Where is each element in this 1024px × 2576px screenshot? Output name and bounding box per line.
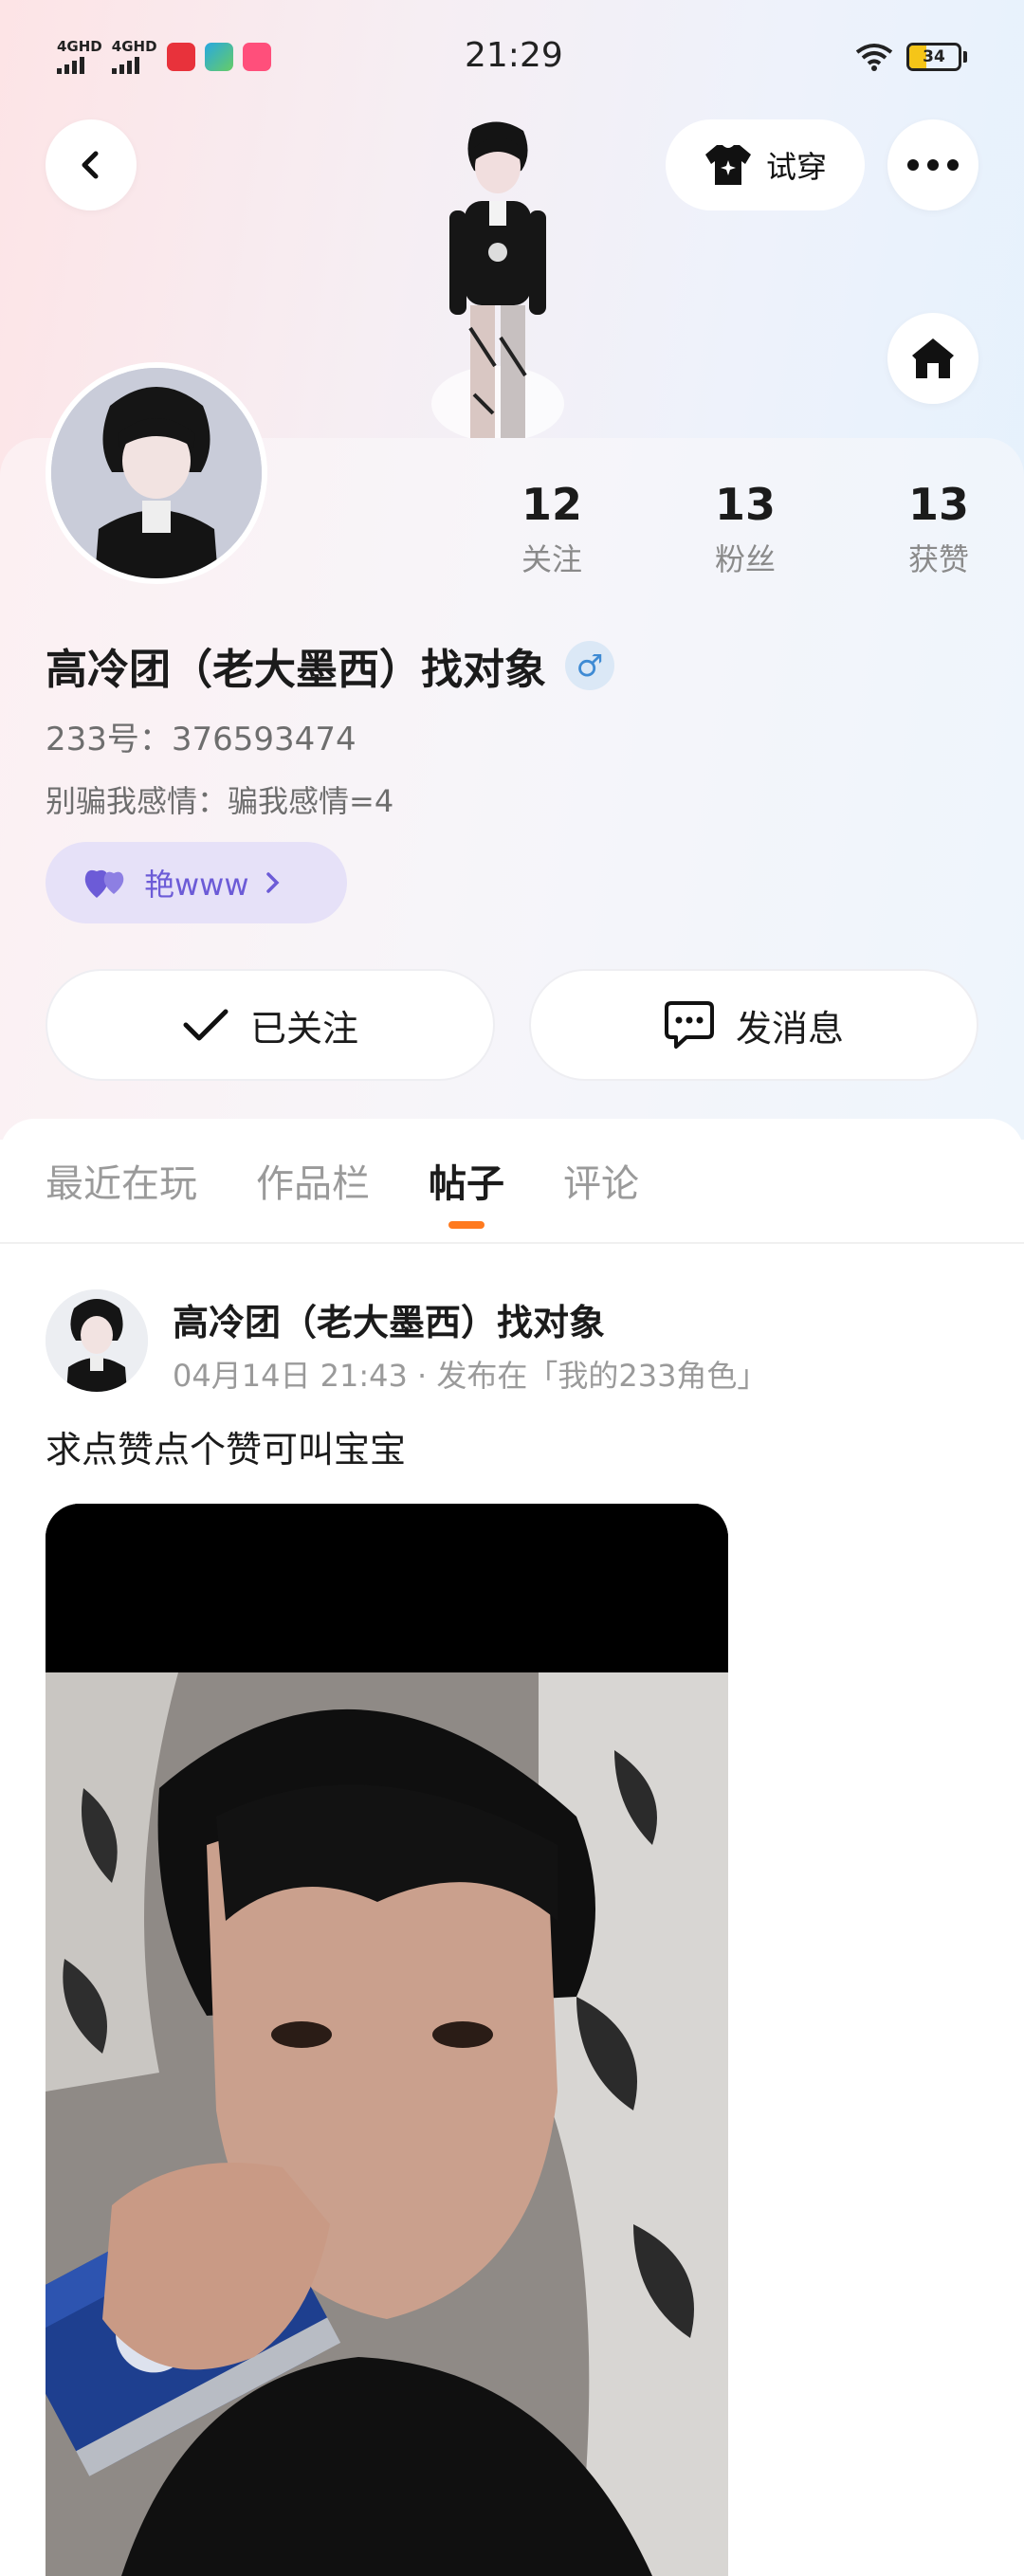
back-button[interactable] bbox=[46, 119, 137, 210]
user-id: 233号：376593474 bbox=[46, 721, 357, 758]
chevron-right-icon bbox=[265, 872, 280, 893]
wifi-icon bbox=[855, 44, 893, 71]
tabs-divider bbox=[0, 1242, 1024, 1244]
post-author-avatar-image bbox=[46, 1289, 148, 1392]
send-message-button[interactable]: 发消息 bbox=[529, 969, 978, 1081]
try-on-label: 试穿 bbox=[765, 149, 827, 185]
more-horizontal-icon bbox=[907, 159, 959, 171]
home-icon bbox=[912, 338, 954, 378]
send-message-label: 发消息 bbox=[735, 1007, 844, 1050]
profile-stats: 12 关注 13 粉丝 13 获赞 bbox=[455, 479, 1024, 579]
battery-nub bbox=[963, 51, 967, 63]
message-icon bbox=[664, 1001, 714, 1049]
signal-bars-icon bbox=[111, 57, 139, 74]
home-button[interactable] bbox=[887, 313, 978, 404]
post-author-name[interactable]: 高冷团（老大墨西）找对象 bbox=[173, 1293, 605, 1345]
status-right: 34 bbox=[855, 43, 967, 71]
profile-name: 高冷团（老大墨西）找对象 bbox=[46, 646, 546, 694]
battery-level: 34 bbox=[923, 47, 945, 66]
app-notification-icon bbox=[166, 43, 195, 71]
male-gender-icon: ♂ bbox=[565, 641, 614, 690]
active-tab-indicator bbox=[448, 1221, 485, 1229]
avatar[interactable] bbox=[46, 362, 267, 584]
tab-works[interactable]: 作品栏 bbox=[256, 1153, 370, 1208]
stat-value: 12 bbox=[521, 479, 582, 530]
tab-recently-played[interactable]: 最近在玩 bbox=[46, 1153, 197, 1208]
signal-indicator-1: 4GHD bbox=[57, 40, 102, 74]
tab-label: 作品栏 bbox=[256, 1162, 370, 1206]
status-left: 4GHD 4GHD bbox=[57, 40, 271, 74]
stat-likes[interactable]: 13 获赞 bbox=[842, 479, 1024, 579]
battery-indicator: 34 bbox=[906, 43, 961, 71]
profile-bio: 别骗我感情：骗我感情=4 bbox=[46, 783, 394, 819]
stat-following[interactable]: 12 关注 bbox=[455, 479, 649, 579]
relationship-tag[interactable]: 艳www bbox=[46, 842, 347, 923]
clock: 21:29 bbox=[465, 36, 563, 75]
post-author-avatar[interactable] bbox=[46, 1289, 148, 1392]
avatar-image bbox=[51, 368, 262, 578]
following-label: 已关注 bbox=[249, 1007, 358, 1050]
tshirt-icon bbox=[704, 145, 751, 185]
app-notification-icon bbox=[242, 43, 271, 71]
tab-comments[interactable]: 评论 bbox=[563, 1153, 639, 1208]
tab-label: 帖子 bbox=[429, 1162, 504, 1206]
status-bar: 4GHD 4GHD 21:29 34 bbox=[0, 0, 1024, 114]
post-photo bbox=[46, 1504, 728, 2576]
try-on-button[interactable]: 试穿 bbox=[666, 119, 865, 210]
checkmark-icon bbox=[183, 1009, 229, 1041]
signal-label: 4GHD bbox=[111, 38, 157, 55]
signal-label: 4GHD bbox=[57, 38, 102, 55]
tag-label: 艳www bbox=[144, 867, 249, 903]
double-heart-icon bbox=[84, 869, 124, 898]
app-notification-icon bbox=[204, 43, 233, 71]
post-meta: 04月14日 21:43 · 发布在「我的233角色」 bbox=[173, 1358, 768, 1394]
stat-followers[interactable]: 13 粉丝 bbox=[649, 479, 842, 579]
stat-label: 粉丝 bbox=[714, 541, 776, 577]
tab-posts[interactable]: 帖子 bbox=[429, 1153, 504, 1229]
stat-label: 关注 bbox=[521, 541, 582, 577]
chevron-left-icon bbox=[82, 151, 99, 179]
stat-value: 13 bbox=[714, 479, 776, 530]
post-image[interactable] bbox=[46, 1504, 728, 2576]
avatar-figure-image bbox=[431, 121, 564, 438]
signal-bars-icon bbox=[57, 57, 84, 74]
stat-value: 13 bbox=[907, 479, 969, 530]
more-button[interactable] bbox=[887, 119, 978, 210]
name-row: 高冷团（老大墨西）找对象 ♂ bbox=[46, 635, 614, 696]
following-button[interactable]: 已关注 bbox=[46, 969, 495, 1081]
content-panel: 最近在玩 作品栏 帖子 评论 高冷团（老大墨西）找对象 04月14日 21:43… bbox=[0, 1119, 1024, 2576]
post-text: 求点赞点个赞可叫宝宝 bbox=[46, 1429, 407, 1471]
signal-indicator-2: 4GHD bbox=[111, 38, 157, 74]
stat-label: 获赞 bbox=[907, 541, 969, 577]
tab-label: 最近在玩 bbox=[46, 1162, 197, 1206]
profile-tabs: 最近在玩 作品栏 帖子 评论 bbox=[46, 1153, 639, 1229]
tab-label: 评论 bbox=[563, 1162, 639, 1206]
